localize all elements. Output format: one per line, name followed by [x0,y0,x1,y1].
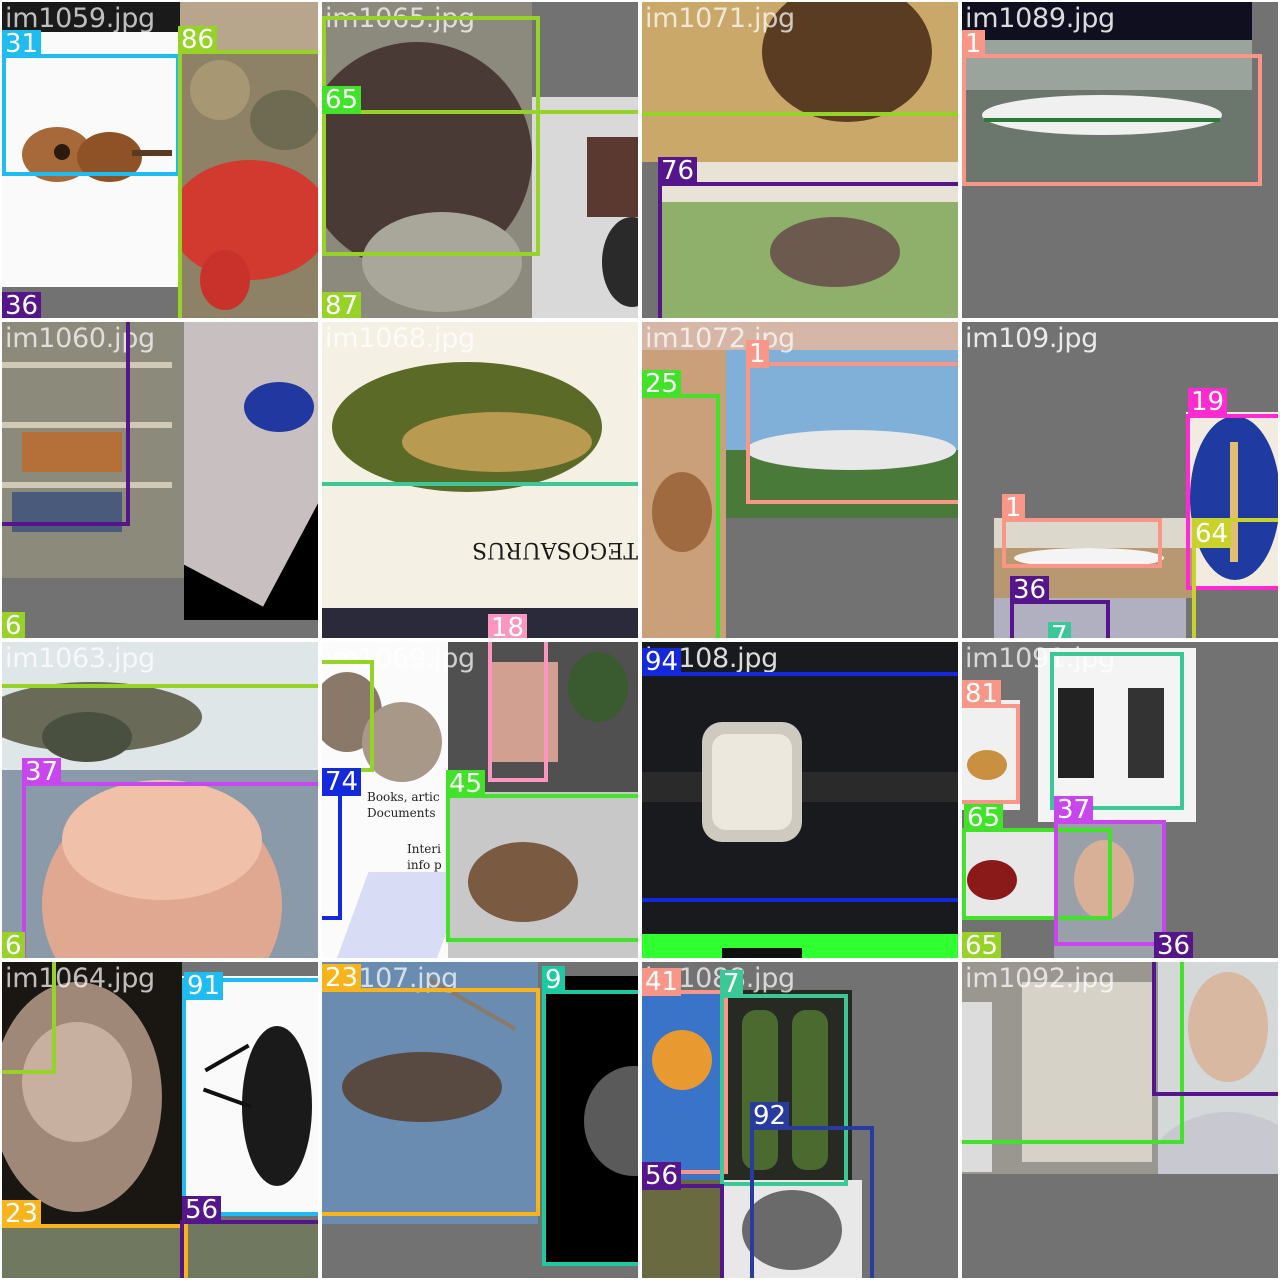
detection-label: 56 [642,1162,682,1190]
tile-im1072[interactable]: im1072.jpg 25 1 [642,322,958,638]
tile-filename: im1063.jpg [5,643,155,674]
document-text: Books, artic [367,790,440,804]
detection-box [2,1224,188,1278]
detection-label: 6 [2,932,25,958]
tile-filename: im1089.jpg [965,3,1115,34]
tile-im1071[interactable]: im1071.jpg 76 [642,2,958,318]
detection-label: 94 [642,648,682,676]
detection-box [746,362,958,504]
detection-label: 7 [720,970,743,998]
stegosaurus-caption: STEGOSAURUS [472,537,638,562]
detection-box [180,1220,318,1278]
detection-label: 37 [1054,796,1094,824]
detection-box [178,50,318,318]
tile-im108[interactable]: im108.jpg 94 [642,642,958,958]
tile-im1069[interactable]: Books, artic Documents Interi info p im1… [322,642,638,958]
tile-im1091[interactable]: im1091.jpg 81 65 37 65 36 [962,642,1278,958]
tile-im1063[interactable]: im1063.jpg 37 6 [2,642,318,958]
tile-filename: im1072.jpg [645,323,795,354]
detection-box [2,54,180,176]
detection-box [658,182,958,318]
detection-label: 81 [962,680,1002,708]
detection-label: 36 [2,292,42,318]
motorcycle-image [532,97,638,318]
document-text: Documents [367,806,436,820]
detection-label: 76 [658,157,698,185]
detection-label: 1 [746,340,769,368]
detection-box [962,54,1262,186]
detection-label: 56 [182,1196,222,1224]
detection-label: 45 [446,770,486,798]
detection-label: 1 [962,30,985,58]
detection-label: 25 [642,370,682,398]
detection-box [1054,820,1166,946]
detection-label: 18 [488,614,528,638]
detection-label: 37 [22,758,62,786]
detection-label: 86 [178,26,218,54]
detection-label: 19 [1188,388,1228,416]
detection-box [488,642,548,782]
detection-label: 7 [1048,622,1071,638]
detection-box [542,990,638,1266]
detection-box [642,672,958,902]
detection-label: 74 [322,768,362,796]
detection-label: 36 [1010,576,1050,604]
detection-label: 64 [1192,520,1232,548]
tile-im1089[interactable]: im1089.jpg 1 [962,2,1278,318]
tile-filename: im1068.jpg [325,323,475,354]
tile-filename: im1071.jpg [645,3,795,34]
detection-box [322,16,540,256]
detection-box [322,660,374,772]
detection-label: 65 [322,86,362,114]
tile-im107[interactable]: im107.jpg 23 9 [322,962,638,1278]
document-text: info p [407,858,442,872]
detection-box [22,782,318,958]
detection-label: 36 [1154,932,1194,958]
detection-label: 31 [2,30,42,58]
tile-im1092[interactable]: im1092.jpg [962,962,1278,1278]
tile-im109[interactable]: im109.jpg 19 1 64 36 7 [962,322,1278,638]
detection-label: 91 [184,972,224,1000]
detection-box [2,684,318,692]
detection-label: 65 [964,804,1004,832]
detection-box [182,978,318,1216]
detection-box [322,794,342,920]
detection-box [1050,652,1184,810]
detection-box [322,988,540,1216]
detection-box [1002,518,1162,568]
detection-label: 23 [2,1200,42,1228]
tile-im1065[interactable]: im1065.jpg 65 87 [322,2,638,318]
tile-im1068[interactable]: STEGOSAURUS im1068.jpg 18 [322,322,638,638]
detection-box [642,112,958,120]
detection-box [2,322,130,526]
document-text: Interi [407,842,441,856]
detection-box [322,482,638,490]
detection-label: 65 [962,932,1002,958]
detection-label: 1 [1002,494,1025,522]
detection-label: 41 [642,968,682,996]
detection-box [1152,962,1278,1096]
detection-box [962,704,1020,804]
detection-box [962,962,1184,1144]
detection-box [642,990,728,1174]
mosaic-grid: im1059.jpg 31 86 36 im1065.jpg 65 87 im1… [0,0,1280,1280]
tile-im1064[interactable]: im1064.jpg 91 23 56 [2,962,318,1278]
detection-box [2,962,56,1074]
tile-im1060[interactable]: im1060.jpg 6 [2,322,318,638]
tile-im1088[interactable]: im1088.jpg 41 7 92 56 [642,962,958,1278]
detection-label: 92 [750,1102,790,1130]
detection-box [446,794,638,942]
detection-box [750,1126,874,1278]
cloth-image [184,322,318,620]
detection-label: 87 [322,292,362,318]
detection-label: 23 [322,964,362,992]
detection-label: 9 [542,966,565,994]
stegosaurus-image: STEGOSAURUS [322,322,638,608]
detection-box [642,394,720,638]
detection-label: 6 [2,612,25,638]
tile-filename: im109.jpg [965,323,1098,354]
detection-box [322,110,638,118]
detection-box [642,1184,724,1278]
tile-im1059[interactable]: im1059.jpg 31 86 36 [2,2,318,318]
